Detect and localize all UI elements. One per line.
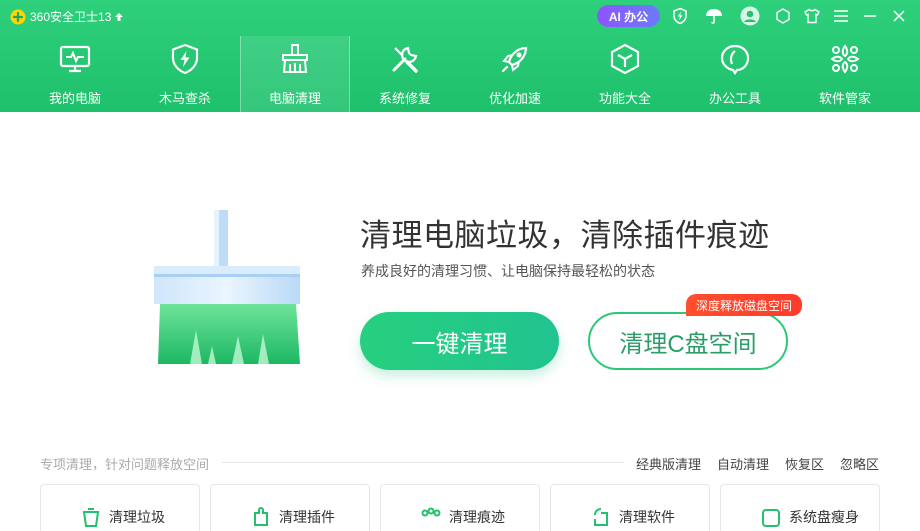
nav-item-label: 电脑清理 xyxy=(268,91,321,106)
trace-icon xyxy=(421,507,441,517)
app-logo-icon xyxy=(10,9,26,24)
nav-item-pc-clean[interactable]: 电脑清理 xyxy=(240,36,350,112)
nav-item-system-repair[interactable]: 系统修复 xyxy=(350,36,460,112)
shirt-icon[interactable] xyxy=(802,6,822,26)
nav-item-label: 系统修复 xyxy=(378,91,431,106)
promo-badge: 深度释放磁盘空间 xyxy=(686,294,803,316)
main-nav: 我的电脑 木马查杀 电脑清理 系统修复 优化加速 功能大全 办公工具 软件管家 xyxy=(20,36,900,112)
nav-item-label: 功能大全 xyxy=(598,91,651,106)
nav-item-label: 木马查杀 xyxy=(158,91,211,106)
section-title: 专项清理，针对问题释放空间 xyxy=(40,457,210,472)
skin-icon[interactable] xyxy=(773,6,793,26)
upgrade-arrow-icon[interactable] xyxy=(114,12,124,22)
link-recovery-area[interactable]: 恢复区 xyxy=(785,454,824,473)
menu-icon[interactable] xyxy=(831,6,851,26)
link-auto-clean[interactable]: 自动清理 xyxy=(717,454,769,473)
card-label: 清理插件 xyxy=(279,509,335,525)
section-divider xyxy=(222,462,624,463)
nav-item-label: 软件管家 xyxy=(818,91,871,106)
shield-bolt-icon xyxy=(169,42,201,76)
minimize-icon[interactable] xyxy=(860,6,880,26)
user-avatar-icon[interactable] xyxy=(740,6,760,26)
clean-c-drive-button[interactable]: 清理C盘空间 xyxy=(588,312,788,370)
app-name: 360安全卫士13 xyxy=(30,10,112,24)
nav-item-office-tools[interactable]: 办公工具 xyxy=(680,36,790,112)
card-label: 清理痕迹 xyxy=(449,509,505,525)
disk-icon xyxy=(762,509,780,527)
hero-subtitle: 养成良好的清理习惯、让电脑保持最轻松的状态 xyxy=(361,263,655,279)
broom-icon xyxy=(279,42,311,76)
software-icon xyxy=(594,508,608,526)
umbrella-icon[interactable] xyxy=(704,6,724,26)
wrench-screwdriver-icon xyxy=(389,42,421,76)
apps-icon xyxy=(829,42,861,76)
header: 360安全卫士13 AI 办公 我的电脑 木马查杀 电脑清理 系统修复 优化加速… xyxy=(0,0,920,112)
title-bar: 360安全卫士13 AI 办公 xyxy=(0,0,920,34)
trash-clean-icon xyxy=(82,508,100,527)
rocket-icon xyxy=(499,42,531,76)
nav-item-label: 优化加速 xyxy=(488,91,541,106)
cube-icon xyxy=(609,42,641,76)
link-classic-clean[interactable]: 经典版清理 xyxy=(636,454,701,473)
nav-item-trojan-scan[interactable]: 木马查杀 xyxy=(130,36,240,112)
nav-item-label: 办公工具 xyxy=(708,91,761,106)
plugin-icon xyxy=(254,507,268,526)
monitor-icon xyxy=(59,42,91,76)
broom-illustration xyxy=(154,210,300,364)
close-icon[interactable] xyxy=(889,6,909,26)
shield-bolt-icon[interactable] xyxy=(670,6,690,26)
hero-title: 清理电脑垃圾，清除插件痕迹 xyxy=(360,218,770,253)
card-label: 清理垃圾 xyxy=(109,509,165,525)
link-ignore-area[interactable]: 忽略区 xyxy=(840,454,879,473)
nav-item-features[interactable]: 功能大全 xyxy=(570,36,680,112)
special-clean-cards: 清理垃圾 清理插件 清理痕迹 清理软件 系统盘瘦身 xyxy=(40,484,880,531)
card-clean-software[interactable]: 清理软件 xyxy=(550,484,710,531)
nav-item-software-manager[interactable]: 软件管家 xyxy=(790,36,900,112)
nav-item-my-computer[interactable]: 我的电脑 xyxy=(20,36,130,112)
ai-office-button[interactable]: AI 办公 xyxy=(597,5,660,27)
nav-item-optimize[interactable]: 优化加速 xyxy=(460,36,570,112)
card-system-disk-slim[interactable]: 系统盘瘦身 xyxy=(720,484,880,531)
card-clean-traces[interactable]: 清理痕迹 xyxy=(380,484,540,531)
office-icon xyxy=(719,42,751,76)
one-click-clean-button[interactable]: 一键清理 xyxy=(360,312,559,370)
brand: 360安全卫士13 xyxy=(10,8,124,25)
app-window: 360安全卫士13 AI 办公 我的电脑 木马查杀 电脑清理 系统修复 优化加速… xyxy=(0,0,920,531)
nav-item-label: 我的电脑 xyxy=(48,91,101,106)
card-clean-plugins[interactable]: 清理插件 xyxy=(210,484,370,531)
card-label: 清理软件 xyxy=(619,509,675,525)
card-clean-junk[interactable]: 清理垃圾 xyxy=(40,484,200,531)
card-label: 系统盘瘦身 xyxy=(789,509,859,525)
